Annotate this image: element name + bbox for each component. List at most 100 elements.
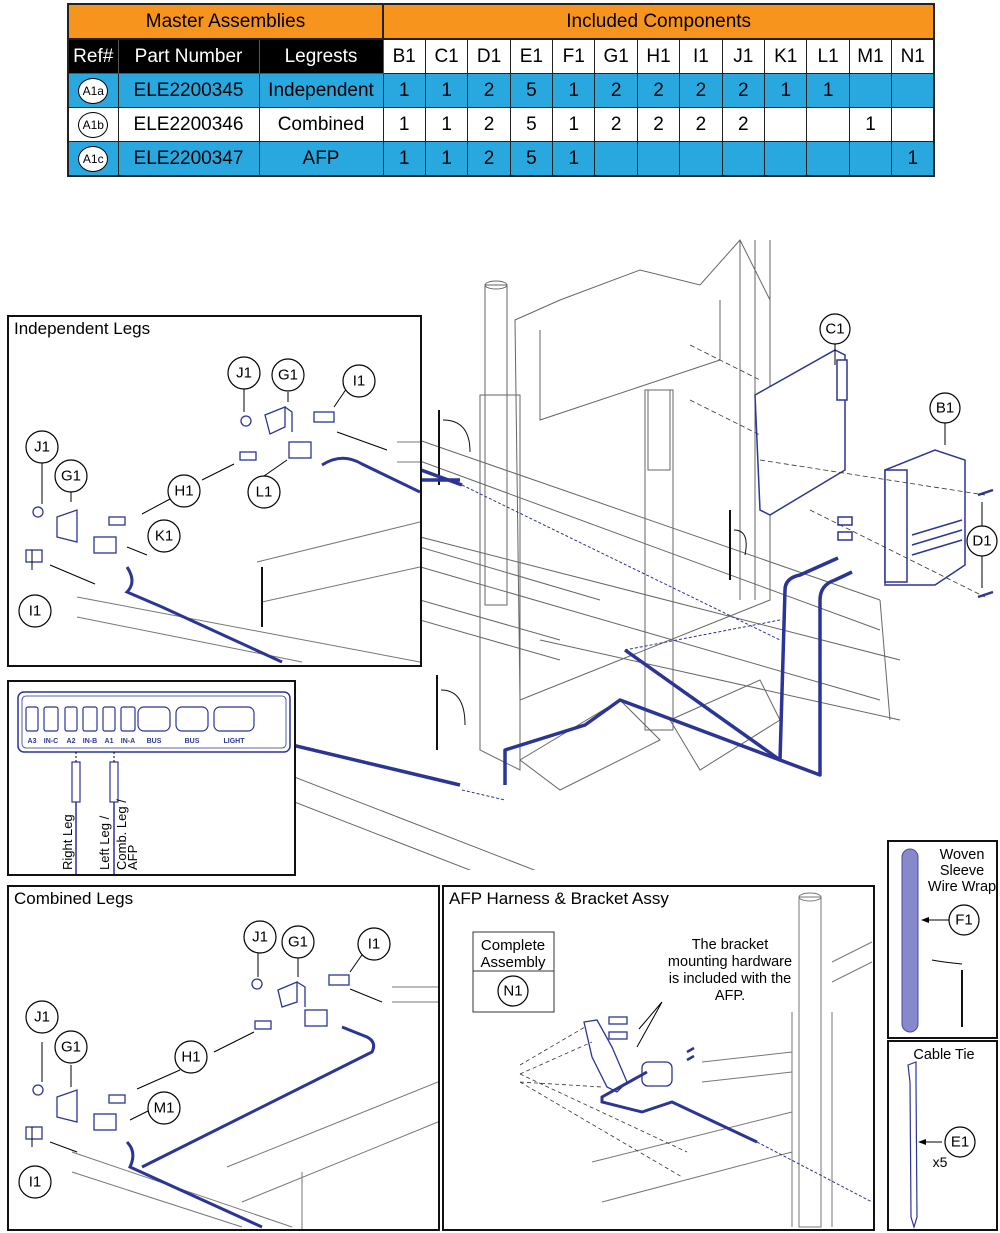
ref-callout: A1b bbox=[78, 111, 109, 138]
svg-text:H1: H1 bbox=[174, 483, 193, 500]
independent-legs-panel: Independent Legs J1 G1 I1 H1 L1 J1 G1 K1… bbox=[7, 315, 422, 667]
quantity-cell: 2 bbox=[721, 73, 766, 108]
callout-e1: E1 bbox=[944, 1126, 976, 1158]
port-in-c bbox=[43, 706, 59, 732]
table-row: A1b ELE2200346 Combined 1 1 2 5 1 2 2 2 2 1 bbox=[67, 107, 935, 142]
port-bus bbox=[175, 706, 209, 732]
svg-text:F1: F1 bbox=[955, 912, 973, 929]
hidden-harness-3 bbox=[624, 619, 781, 651]
svg-text:mounting hardware: mounting hardware bbox=[668, 954, 792, 970]
quantity-cell bbox=[721, 141, 766, 177]
ref-callout: A1a bbox=[78, 77, 109, 104]
svg-text:I1: I1 bbox=[368, 936, 381, 953]
port-label: IN-C bbox=[44, 738, 58, 745]
svg-text:Wire Wrap: Wire Wrap bbox=[928, 879, 996, 895]
quantity-cell: 5 bbox=[509, 107, 554, 142]
svg-text:I1: I1 bbox=[29, 1174, 42, 1191]
svg-text:I1: I1 bbox=[353, 373, 366, 390]
nut-j1 bbox=[251, 978, 263, 990]
svg-text:N1: N1 bbox=[503, 983, 522, 1000]
quantity-cell: 1 bbox=[382, 73, 426, 108]
legrests-cell: Independent bbox=[258, 73, 384, 108]
callout-h1: H1 bbox=[167, 474, 201, 508]
callout-i1-lower: I1 bbox=[18, 594, 52, 628]
tie-wrap-arrow bbox=[931, 959, 963, 965]
seat-edge bbox=[831, 941, 873, 983]
independent-callouts: J1 G1 I1 H1 L1 J1 G1 K1 I1 bbox=[18, 356, 376, 628]
woven-sleeve-drawing: Woven Sleeve Wire Wrap F1 bbox=[901, 847, 996, 1033]
quantity-cell: 2 bbox=[594, 107, 638, 142]
legrests-cell: Combined bbox=[258, 107, 384, 142]
callout-i1-upper: I1 bbox=[357, 927, 391, 961]
callout-j1-upper: J1 bbox=[243, 920, 277, 954]
callout-i1-lower: I1 bbox=[18, 1165, 52, 1199]
svg-text:AFP.: AFP. bbox=[715, 988, 745, 1004]
quantity-cell: 1 bbox=[382, 107, 426, 142]
callout-m1: M1 bbox=[147, 1091, 181, 1125]
svg-text:D1: D1 bbox=[972, 533, 991, 550]
bracket-bolt bbox=[608, 1016, 628, 1025]
quantity-cell: 1 bbox=[806, 73, 850, 108]
connector bbox=[304, 1009, 328, 1027]
afp-harness-panel: AFP Harness & Bracket Assy Complete Asse… bbox=[442, 885, 875, 1231]
leaders-upper bbox=[257, 951, 383, 1003]
connector-1 bbox=[837, 516, 853, 526]
callout-g1-lower: G1 bbox=[54, 459, 88, 493]
svg-text:is included with the: is included with the bbox=[669, 971, 792, 987]
quantity-cell bbox=[806, 141, 850, 177]
master-assemblies-header: Master Assemblies bbox=[66, 3, 385, 40]
assembly-label: Assembly bbox=[480, 954, 546, 971]
callout-g1-upper: G1 bbox=[271, 358, 305, 392]
callout-j1-lower: J1 bbox=[25, 430, 59, 464]
callout-h1: H1 bbox=[174, 1040, 208, 1074]
svg-text:Sleeve: Sleeve bbox=[940, 863, 984, 879]
hidden-harness bbox=[756, 1141, 873, 1203]
svg-text:K1: K1 bbox=[155, 528, 173, 545]
quantity-cell: 1 bbox=[552, 141, 596, 177]
callout-j1-upper: J1 bbox=[227, 356, 261, 390]
svg-text:G1: G1 bbox=[288, 934, 308, 951]
quantity-cell: 2 bbox=[467, 107, 511, 142]
controller-ports-panel: A3 IN-C A2 IN-B A1 IN-A BUS BUS LIGHT Right Leg … bbox=[7, 680, 296, 876]
port-a2 bbox=[64, 706, 78, 732]
plug-left-leg bbox=[109, 761, 119, 803]
svg-text:J1: J1 bbox=[236, 365, 252, 382]
quantity-cell: 1 bbox=[848, 107, 893, 142]
port-label: IN-B bbox=[83, 738, 97, 745]
svg-text:J1: J1 bbox=[252, 929, 268, 946]
quantity-cell: 1 bbox=[891, 141, 935, 177]
quantity-cell: 2 bbox=[636, 73, 681, 108]
afp-harness bbox=[600, 1070, 758, 1144]
port-light bbox=[213, 706, 255, 732]
cable-tie-quantity: x5 bbox=[933, 1154, 948, 1170]
controller-ports-drawing: A3 IN-C A2 IN-B A1 IN-A BUS BUS LIGHT Right Leg … bbox=[17, 691, 291, 874]
svg-text:H1: H1 bbox=[181, 1049, 200, 1066]
plug-right-leg bbox=[71, 761, 81, 803]
screw-d1-bottom bbox=[977, 590, 994, 599]
quantity-cell: 1 bbox=[552, 107, 596, 142]
col-component: D1 bbox=[467, 38, 511, 74]
ref-cell: A1c bbox=[67, 141, 119, 177]
svg-text:L1: L1 bbox=[256, 484, 273, 501]
bracket-g1 bbox=[56, 1089, 78, 1123]
harness-m1 bbox=[125, 1140, 263, 1229]
quantity-cell: 2 bbox=[467, 141, 511, 177]
quantity-cell bbox=[891, 107, 935, 142]
combined-legs-drawing: J1 G1 I1 H1 J1 G1 M1 I1 bbox=[18, 920, 438, 1229]
col-component: K1 bbox=[764, 38, 808, 74]
quantity-cell: 2 bbox=[467, 73, 511, 108]
port-bus bbox=[137, 706, 171, 732]
col-component: F1 bbox=[552, 38, 596, 74]
cable-tie-title: Cable Tie bbox=[913, 1047, 974, 1063]
svg-text:Woven: Woven bbox=[940, 847, 985, 863]
table-row: A1c ELE2200347 AFP 1 1 2 5 1 1 bbox=[67, 141, 935, 177]
note-leaders bbox=[636, 1001, 663, 1048]
svg-text:The bracket: The bracket bbox=[692, 937, 769, 953]
port-a3 bbox=[25, 706, 39, 732]
quantity-cell bbox=[891, 73, 935, 108]
ref-cell: A1b bbox=[67, 107, 119, 142]
tie-arrow-1 bbox=[442, 419, 471, 453]
port-label: LIGHT bbox=[224, 738, 246, 745]
plug-guide bbox=[75, 752, 115, 762]
cable-tie-panel: Cable Tie E1 x5 bbox=[887, 1040, 998, 1231]
